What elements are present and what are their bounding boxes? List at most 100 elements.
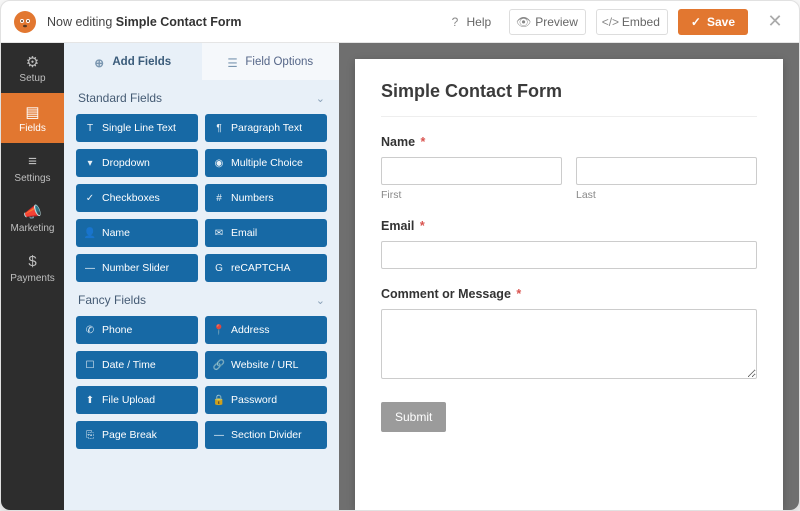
rail-item-marketing[interactable]: 📣 Marketing [1,193,64,243]
rail-label: Payments [10,273,54,284]
field-type-button[interactable]: 🔒 Password [205,386,327,414]
tab-label: Add Fields [112,56,171,68]
rail-item-fields[interactable]: ▤ Fields [1,93,64,143]
first-sublabel: First [381,189,562,201]
rail-label: Marketing [11,223,55,234]
field-type-label: Paragraph Text [231,122,302,134]
add-icon: ⊕ [94,56,106,68]
field-comment[interactable]: Comment or Message * [381,287,757,384]
last-name-input[interactable] [576,157,757,185]
tab-options[interactable]: ☰Field Options [202,43,340,80]
field-type-label: Email [231,227,257,239]
preview-label: Preview [535,15,578,29]
app-root: Now editing Simple Contact Form ? Help 👁… [0,0,800,511]
left-rail: ⚙Setup ▤ Fields ≡Settings 📣 Marketing $ Payment… [1,43,64,510]
field-type-button[interactable]: 🔗 Website / URL [205,351,327,379]
hash-icon: # [213,192,225,204]
field-type-label: Section Divider [231,429,302,441]
eye-icon: 👁 [517,15,530,28]
field-type-button[interactable]: #Numbers [205,184,327,212]
editing-label: Now editing Simple Contact Form [47,15,242,29]
field-type-button[interactable]: 📍Address [205,316,327,344]
help-icon: ? [449,15,462,28]
options-icon: ☰ [227,56,239,68]
body: ⚙Setup ▤ Fields ≡Settings 📣 Marketing $ Payment… [1,43,799,510]
field-type-label: Phone [102,324,132,336]
field-type-button[interactable]: ▾Dropdown [76,149,198,177]
rail-item-setup[interactable]: ⚙Setup [1,43,64,93]
field-email[interactable]: Email * [381,219,757,269]
field-type-button[interactable]: ☐ Date / Time [76,351,198,379]
text-icon: T [84,122,96,134]
field-type-label: Date / Time [102,359,156,371]
field-type-label: Name [102,227,130,239]
group-header[interactable]: Fancy Fields⌄ [76,282,327,316]
dollar-icon: $ [24,253,42,271]
upload-icon: ⬆ [84,394,96,406]
last-sublabel: Last [576,189,757,201]
calendar-icon: ☐ [84,359,96,371]
group-header[interactable]: Standard Fields⌄ [76,80,327,114]
field-type-label: Number Slider [102,262,169,274]
field-type-button[interactable]: — Section Divider [205,421,327,449]
rail-label: Fields [19,123,46,134]
save-label: Save [707,15,735,29]
form-canvas[interactable]: Simple Contact Form Name * First Las [355,59,783,510]
phone-icon: ✆ [84,324,96,336]
lock-icon: 🔒 [213,394,225,406]
embed-label: Embed [622,15,660,29]
slider-icon: — [84,262,96,274]
field-type-label: Dropdown [102,157,150,169]
field-type-button[interactable]: — Number Slider [76,254,198,282]
editing-prefix: Now editing [47,15,116,29]
field-name[interactable]: Name * First Last [381,135,757,201]
comment-label: Comment or Message * [381,287,757,301]
field-type-button[interactable]: ✆ Phone [76,316,198,344]
field-type-button[interactable]: ⬆File Upload [76,386,198,414]
link-icon: 🔗 [213,359,225,371]
rail-label: Setup [19,73,45,84]
field-grid: TSingle Line Text¶Paragraph Text▾Dropdow… [76,114,327,282]
tab-add[interactable]: ⊕ Add Fields [64,43,202,80]
preview-button[interactable]: 👁 Preview [509,9,586,35]
field-type-button[interactable]: ⎘Page Break [76,421,198,449]
email-input[interactable] [381,241,757,269]
help-button[interactable]: ? Help [441,9,500,35]
save-button[interactable]: ✓ Save [678,9,748,35]
check-icon: ✓ [84,192,96,204]
field-type-button[interactable]: ¶Paragraph Text [205,114,327,142]
close-button[interactable]: ✕ [763,10,787,34]
pin-icon: 📍 [213,324,225,336]
field-type-button[interactable]: TSingle Line Text [76,114,198,142]
field-type-button[interactable]: ✉Email [205,219,327,247]
required-mark: * [420,219,425,233]
editing-formname: Simple Contact Form [116,15,242,29]
field-type-button[interactable]: 👤Name [76,219,198,247]
field-type-button[interactable]: GreCAPTCHA [205,254,327,282]
divider-icon: — [213,429,225,441]
comment-textarea[interactable] [381,309,757,379]
rail-item-payments[interactable]: $ Payments [1,243,64,293]
first-name-input[interactable] [381,157,562,185]
group-title: Standard Fields [78,91,162,105]
field-type-button[interactable]: ✓ Checkboxes [76,184,198,212]
group-title: Fancy Fields [78,293,146,307]
field-type-label: Password [231,394,277,406]
required-mark: * [516,287,521,301]
megaphone-icon: 📣 [24,203,42,221]
rail-item-settings[interactable]: ≡Settings [1,143,64,193]
field-type-label: reCAPTCHA [231,262,291,274]
required-mark: * [421,135,426,149]
embed-button[interactable]: </> Embed [596,9,668,35]
submit-button[interactable]: Submit [381,402,446,432]
close-icon: ✕ [767,11,782,32]
google-icon: G [213,262,225,274]
field-type-label: Checkboxes [102,192,160,204]
field-type-label: Multiple Choice [231,157,303,169]
field-type-label: Website / URL [231,359,299,371]
form-title: Simple Contact Form [381,81,757,117]
field-type-label: Page Break [102,429,157,441]
panel-body[interactable]: Standard Fields⌄TSingle Line Text¶Paragr… [64,80,339,510]
layout-icon: ▤ [24,103,42,121]
field-type-button[interactable]: ◉Multiple Choice [205,149,327,177]
